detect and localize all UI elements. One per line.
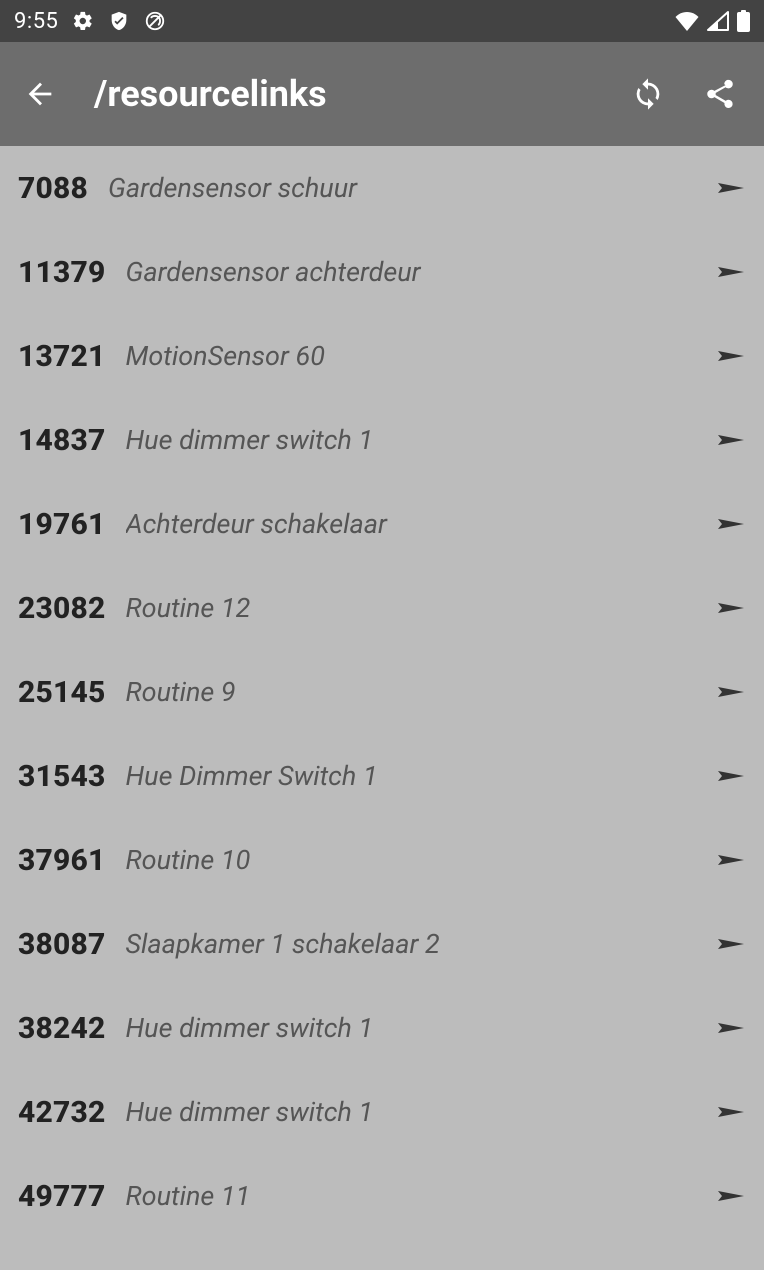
list-item[interactable]: 31543 Hue Dimmer Switch 1 bbox=[0, 734, 764, 818]
item-label: Routine 11 bbox=[126, 1180, 705, 1212]
list-item[interactable]: 38242 Hue dimmer switch 1 bbox=[0, 986, 764, 1070]
chevron-right-icon bbox=[716, 761, 746, 791]
item-id: 31543 bbox=[18, 759, 106, 794]
page-title: /resourcelinks bbox=[94, 73, 594, 115]
status-bar: 9:55 bbox=[0, 0, 764, 42]
item-label: Routine 9 bbox=[126, 676, 705, 708]
chevron-right-icon bbox=[716, 173, 746, 203]
chevron-right-icon bbox=[716, 257, 746, 287]
item-label: Slaapkamer 1 schakelaar 2 bbox=[126, 928, 705, 960]
chevron-right-icon bbox=[716, 1097, 746, 1127]
item-id: 49777 bbox=[18, 1179, 106, 1214]
item-label: Hue dimmer switch 1 bbox=[126, 424, 705, 456]
wifi-icon bbox=[675, 11, 699, 31]
chevron-right-icon bbox=[716, 929, 746, 959]
chevron-right-icon bbox=[716, 1013, 746, 1043]
gear-icon bbox=[72, 10, 94, 32]
app-bar: /resourcelinks bbox=[0, 42, 764, 146]
list-item[interactable]: 25145 Routine 9 bbox=[0, 650, 764, 734]
back-button[interactable] bbox=[16, 70, 64, 118]
item-id: 7088 bbox=[18, 171, 88, 206]
refresh-button[interactable] bbox=[624, 70, 672, 118]
item-label: Hue dimmer switch 1 bbox=[126, 1096, 705, 1128]
item-label: Achterdeur schakelaar bbox=[126, 508, 705, 540]
item-id: 13721 bbox=[18, 339, 106, 374]
item-id: 14837 bbox=[18, 423, 106, 458]
chevron-right-icon bbox=[716, 593, 746, 623]
item-label: MotionSensor 60 bbox=[126, 340, 705, 372]
item-id: 11379 bbox=[18, 255, 106, 290]
list-item[interactable]: 7088 Gardensensor schuur bbox=[0, 146, 764, 230]
item-label: Hue Dimmer Switch 1 bbox=[126, 760, 705, 792]
list-item[interactable]: 11379 Gardensensor achterdeur bbox=[0, 230, 764, 314]
sync-icon bbox=[631, 77, 665, 111]
list-item[interactable]: 38087 Slaapkamer 1 schakelaar 2 bbox=[0, 902, 764, 986]
item-label: Gardensensor schuur bbox=[108, 172, 704, 204]
item-id: 19761 bbox=[18, 507, 106, 542]
item-id: 37961 bbox=[18, 843, 106, 878]
no-sync-icon bbox=[144, 10, 166, 32]
list-item[interactable]: 49777 Routine 11 bbox=[0, 1154, 764, 1238]
list-item[interactable]: 14837 Hue dimmer switch 1 bbox=[0, 398, 764, 482]
arrow-left-icon bbox=[23, 77, 57, 111]
item-label: Gardensensor achterdeur bbox=[126, 256, 705, 288]
chevron-right-icon bbox=[716, 509, 746, 539]
item-label: Hue dimmer switch 1 bbox=[126, 1012, 705, 1044]
item-label: Routine 12 bbox=[126, 592, 705, 624]
item-id: 23082 bbox=[18, 591, 106, 626]
chevron-right-icon bbox=[716, 677, 746, 707]
list-item[interactable]: 37961 Routine 10 bbox=[0, 818, 764, 902]
battery-icon bbox=[737, 10, 750, 32]
list-item[interactable]: 19761 Achterdeur schakelaar bbox=[0, 482, 764, 566]
cell-signal-icon bbox=[707, 11, 729, 31]
share-button[interactable] bbox=[696, 70, 744, 118]
chevron-right-icon bbox=[716, 845, 746, 875]
list-item[interactable]: 23082 Routine 12 bbox=[0, 566, 764, 650]
list-item[interactable]: 42732 Hue dimmer switch 1 bbox=[0, 1070, 764, 1154]
share-icon bbox=[703, 77, 737, 111]
shield-icon bbox=[108, 10, 130, 32]
item-id: 38242 bbox=[18, 1011, 106, 1046]
list-item[interactable]: 13721 MotionSensor 60 bbox=[0, 314, 764, 398]
item-id: 25145 bbox=[18, 675, 106, 710]
status-clock: 9:55 bbox=[14, 9, 58, 34]
chevron-right-icon bbox=[716, 1181, 746, 1211]
item-label: Routine 10 bbox=[126, 844, 705, 876]
resource-list: 7088 Gardensensor schuur 11379 Gardensensor… bbox=[0, 146, 764, 1238]
chevron-right-icon bbox=[716, 425, 746, 455]
item-id: 42732 bbox=[18, 1095, 106, 1130]
item-id: 38087 bbox=[18, 927, 106, 962]
chevron-right-icon bbox=[716, 341, 746, 371]
